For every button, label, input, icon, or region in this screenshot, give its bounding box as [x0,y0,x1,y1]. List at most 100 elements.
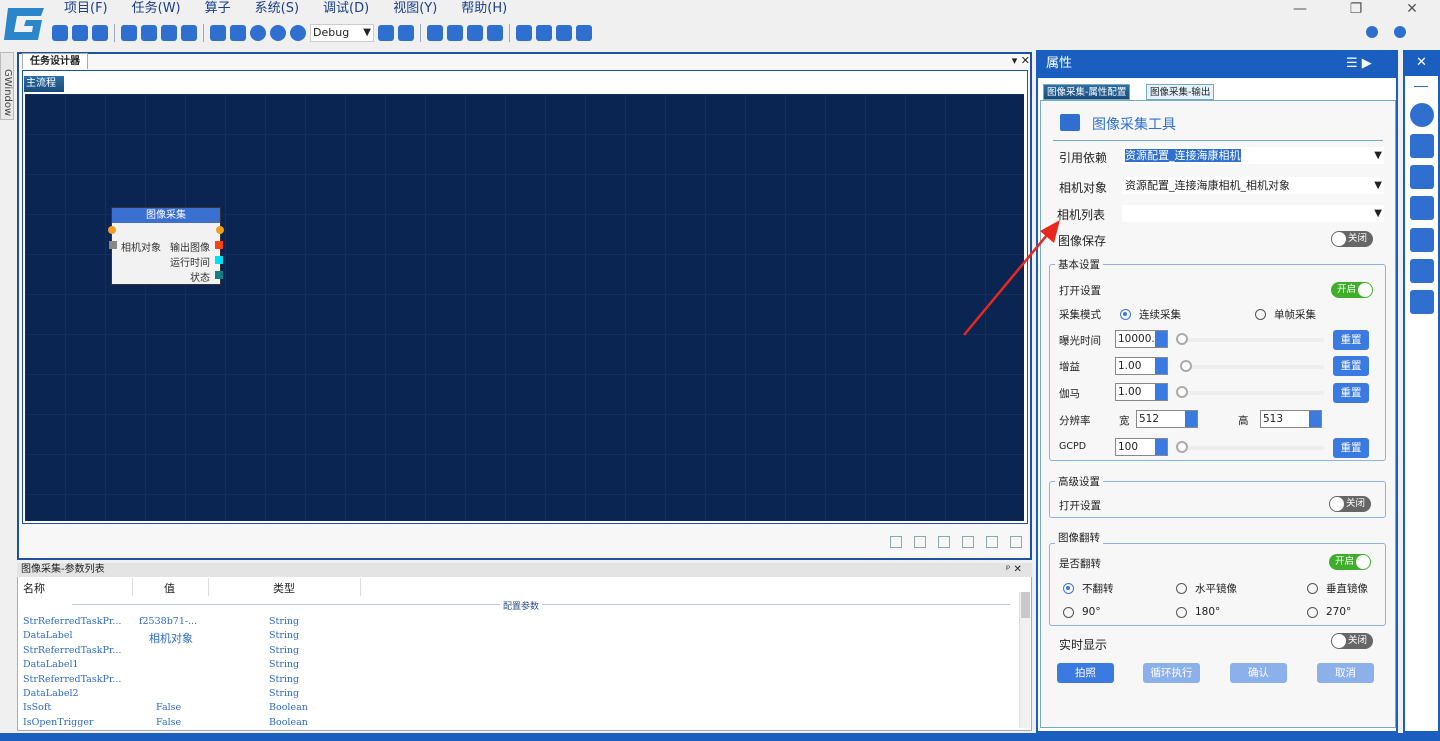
param-name[interactable]: StrReferredTaskPr... [23,645,121,656]
param-name[interactable]: StrReferredTaskPr... [23,616,121,627]
gain-slider[interactable] [1180,360,1324,372]
radio-continuous[interactable]: 连续采集 [1120,307,1181,322]
gwindow-strip[interactable]: GWindow [0,52,14,120]
output-time-port[interactable] [215,256,223,264]
right-strip-close[interactable]: ✕ [1403,50,1440,76]
properties-menu-icon[interactable]: ☰ ▶ [1346,56,1372,71]
save-icon[interactable] [52,25,68,41]
ungroup-icon[interactable] [914,536,926,548]
flip-enable-toggle[interactable]: 开启 [1329,554,1371,570]
radio-horizontal[interactable]: 水平镜像 [1176,581,1237,596]
gain-reset-button[interactable]: 重置 [1333,356,1369,376]
param-value[interactable]: False [156,717,181,728]
connection-icon[interactable] [1410,103,1434,127]
group-icon[interactable] [890,536,902,548]
gamma-slider[interactable] [1176,386,1324,398]
capture-button[interactable]: 拍照 [1057,663,1114,683]
param-type[interactable]: String [269,659,299,670]
delete-icon[interactable] [986,536,998,548]
menu-system[interactable]: 系统(S) [243,0,311,18]
fullscreen-icon[interactable] [181,25,197,41]
param-type[interactable]: String [269,630,299,641]
paste-icon[interactable] [962,536,974,548]
center-h-icon[interactable] [516,25,532,41]
param-name[interactable]: IsOpenTrigger [23,717,93,728]
height-spinner[interactable]: 513 [1260,410,1322,428]
basic-open-toggle[interactable]: 开启 [1331,282,1373,298]
pause-icon[interactable] [250,25,266,41]
tab-output[interactable]: 图像采集-输出 [1146,84,1215,100]
step-over-icon[interactable] [378,25,394,41]
gamma-spinner[interactable]: 1.00 [1115,383,1168,401]
list-icon[interactable] [1410,290,1434,314]
exposure-reset-button[interactable]: 重置 [1333,330,1369,350]
param-name[interactable]: DataLabel1 [23,659,79,670]
clear-icon[interactable] [1010,536,1022,548]
col-type[interactable]: 类型 [273,580,295,596]
output-status-port[interactable] [215,271,223,279]
step-into-icon[interactable] [398,25,414,41]
step-icon[interactable] [270,25,286,41]
realtime-toggle[interactable]: 关闭 [1331,633,1373,649]
node-trigger-out-port[interactable] [216,226,224,234]
param-panel-controls[interactable]: ᵖ ✕ [1006,564,1022,575]
param-value[interactable]: False [156,702,181,713]
radio-270[interactable]: 270° [1307,606,1351,618]
zoom-in-icon[interactable] [121,25,137,41]
radio-vertical[interactable]: 垂直镜像 [1307,581,1368,596]
radio-single[interactable]: 单帧采集 [1255,307,1316,322]
param-type[interactable]: Boolean [269,717,308,728]
camera-object-select[interactable]: 资源配置_连接海康相机_相机对象 ▼ [1122,177,1384,194]
settings-list-icon[interactable] [1410,165,1434,189]
node-image-capture[interactable]: 图像采集 相机对象 输出图像 运行时间 状态 [108,207,224,285]
loop-run-button[interactable]: 循环执行 [1143,663,1200,683]
col-name[interactable]: 名称 [23,580,45,596]
close-button[interactable]: ✕ [1384,0,1440,18]
param-type[interactable]: String [269,688,299,699]
new-icon[interactable] [72,25,88,41]
param-type[interactable]: String [269,674,299,685]
menu-operator[interactable]: 算子 [193,0,243,18]
param-name[interactable]: IsSoft [23,702,51,713]
center-v-icon[interactable] [536,25,552,41]
copy-icon[interactable] [938,536,950,548]
camera-list-select[interactable]: ▼ [1122,205,1384,222]
node-trigger-in-port[interactable] [108,226,116,234]
ref-select[interactable]: 资源配置_连接海康相机 ▼ [1122,147,1384,164]
menu-debug[interactable]: 调试(D) [311,0,381,18]
menu-task[interactable]: 任务(W) [120,0,193,18]
align-right-icon[interactable] [487,25,503,41]
gcpd-spinner[interactable]: 100 [1115,438,1168,456]
param-value[interactable]: f2538b71-... [139,616,197,627]
tab-property-config[interactable]: 图像采集-属性配置 [1043,84,1131,100]
zoom-out-icon[interactable] [141,25,157,41]
param-scrollbar[interactable] [1019,592,1030,728]
warning-icon[interactable] [1410,259,1434,283]
help-icon[interactable] [1394,26,1406,38]
distribute-h-icon[interactable] [556,25,572,41]
menu-help[interactable]: 帮助(H) [449,0,519,18]
tab-main-flow[interactable]: 主流程 [24,76,64,92]
param-name[interactable]: StrReferredTaskPr... [23,674,121,685]
flow-canvas[interactable] [25,94,1024,521]
radio-180[interactable]: 180° [1176,606,1220,618]
distribute-v-icon[interactable] [576,25,592,41]
param-value[interactable]: 相机对象 [149,630,193,646]
gcpd-slider[interactable] [1176,441,1324,453]
user-icon[interactable] [1366,26,1378,38]
layout-icon[interactable] [1410,196,1434,220]
minimize-button[interactable]: — [1272,0,1328,18]
align-bottom-icon[interactable] [447,25,463,41]
restore-button[interactable]: ❐ [1328,0,1384,18]
gain-spinner[interactable]: 1.00 [1115,357,1168,375]
param-type[interactable]: String [269,645,299,656]
radio-no-flip[interactable]: 不翻转 [1063,581,1114,596]
minimize-icon[interactable] [1414,86,1428,87]
advanced-open-toggle[interactable]: 关闭 [1329,496,1371,512]
param-name[interactable]: DataLabel [23,630,72,641]
width-spinner[interactable]: 512 [1136,410,1198,428]
param-type[interactable]: Boolean [269,702,308,713]
col-value[interactable]: 值 [164,580,175,596]
checklist-icon[interactable] [1410,134,1434,158]
fit-icon[interactable] [161,25,177,41]
